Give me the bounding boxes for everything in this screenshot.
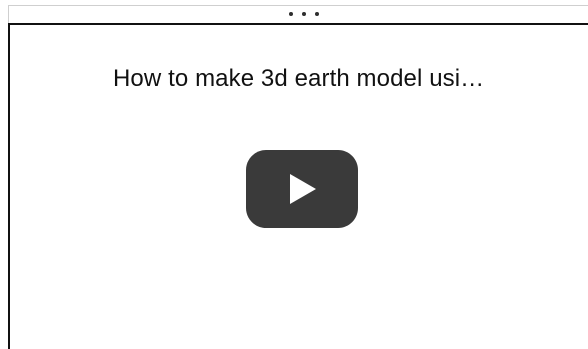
more-dots-icon[interactable] [289, 10, 319, 18]
dot [289, 12, 293, 16]
embed-toolbar [8, 5, 588, 24]
video-frame[interactable]: How to make 3d earth model usi… [8, 25, 588, 349]
play-button[interactable] [246, 150, 358, 228]
dot [315, 12, 319, 16]
video-title[interactable]: How to make 3d earth model usi… [113, 63, 573, 95]
play-icon [246, 150, 358, 228]
dot [302, 12, 306, 16]
video-embed-page: How to make 3d earth model usi… [0, 0, 588, 349]
